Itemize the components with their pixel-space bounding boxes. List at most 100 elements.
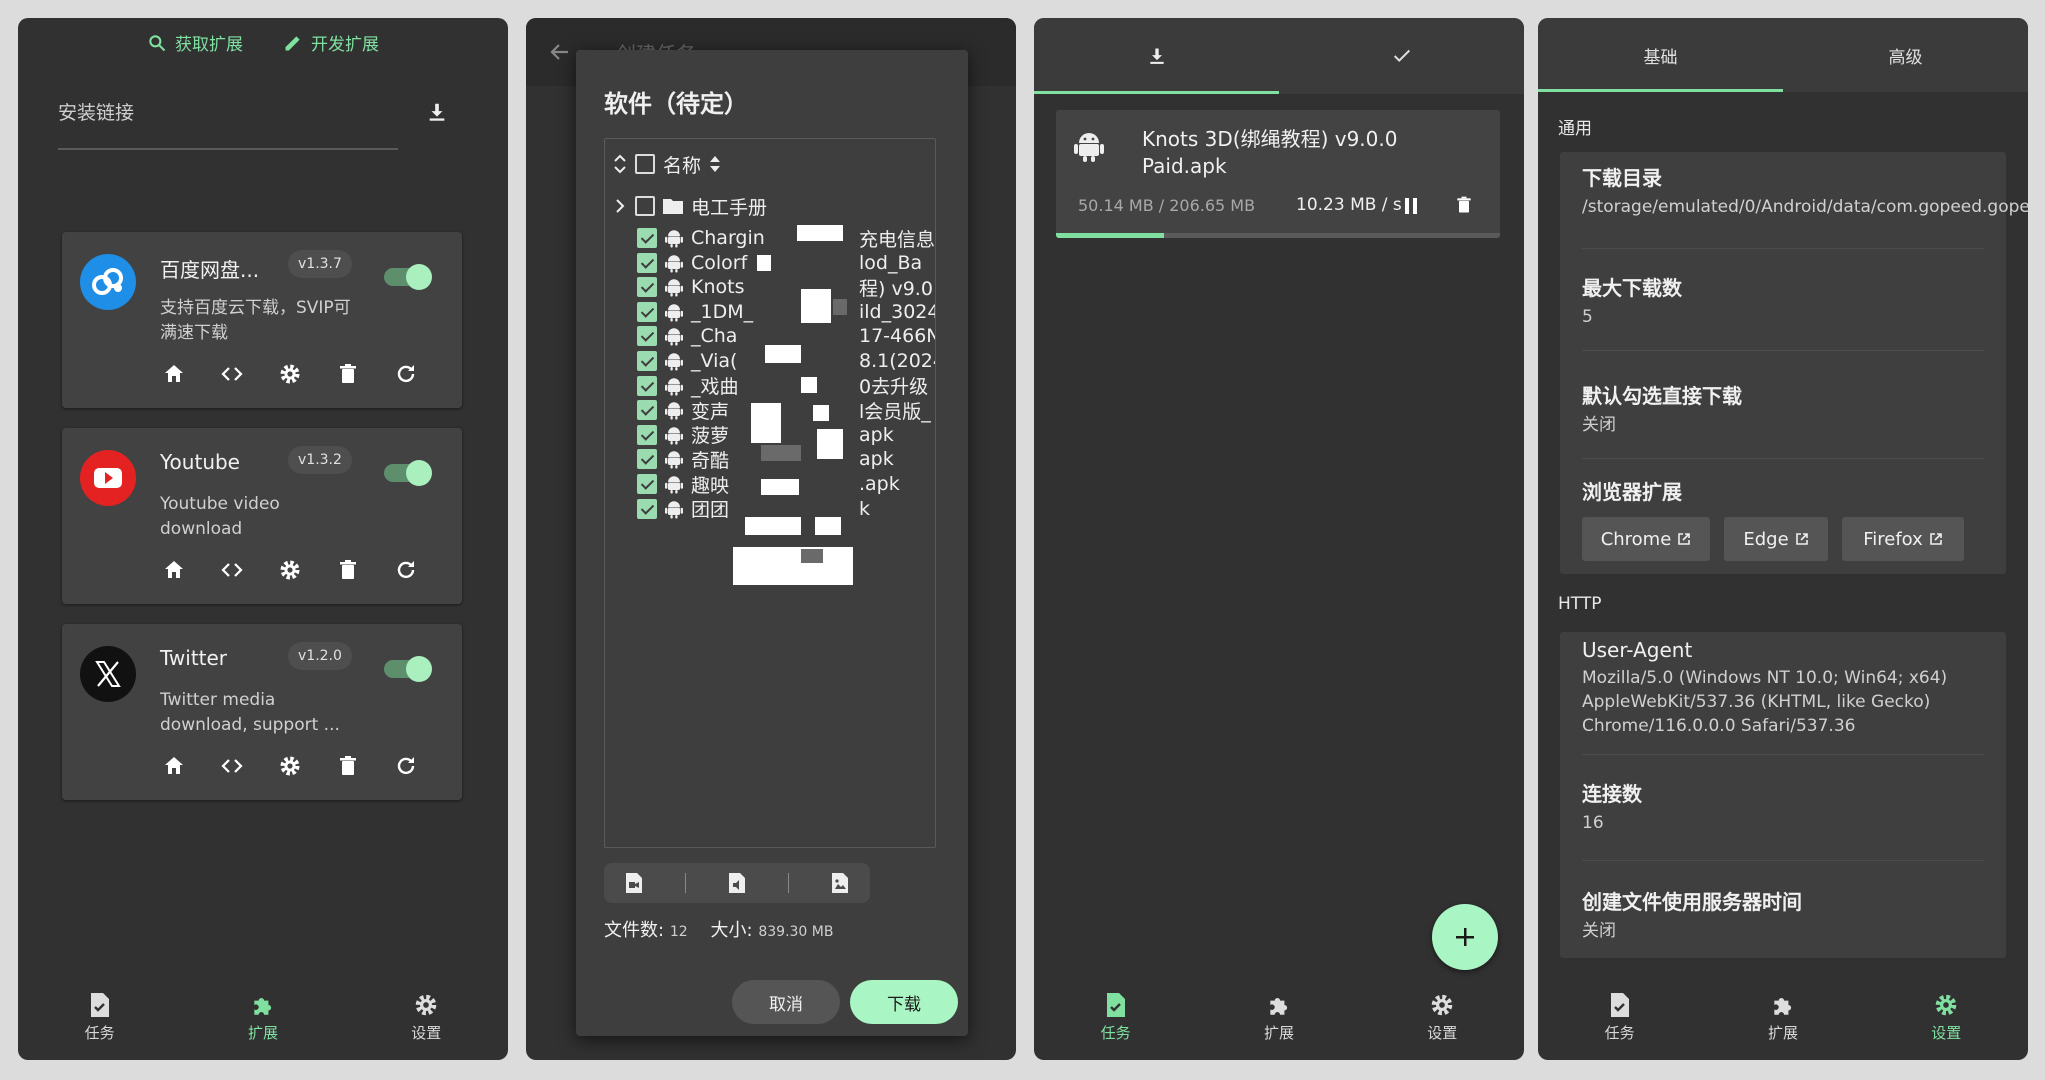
tab-advanced[interactable]: 高级	[1783, 18, 2028, 92]
section-http-title: HTTP	[1558, 594, 1602, 614]
folder-row[interactable]: 电工手册	[613, 191, 767, 221]
code-icon[interactable]	[218, 556, 246, 584]
file-checkbox[interactable]	[637, 424, 657, 445]
sort-icon[interactable]	[709, 155, 721, 173]
file-checkbox[interactable]	[637, 228, 657, 248]
external-link-icon	[1677, 532, 1691, 546]
download-button[interactable]: 下载	[850, 980, 958, 1024]
home-icon[interactable]	[160, 360, 188, 388]
version-badge: v1.3.7	[288, 250, 352, 278]
home-icon[interactable]	[160, 556, 188, 584]
nav-settings[interactable]: 设置	[1886, 992, 2006, 1043]
chrome-label: Chrome	[1600, 528, 1672, 550]
code-icon[interactable]	[218, 752, 246, 780]
folder-checkbox[interactable]	[635, 196, 655, 216]
file-checkbox[interactable]	[637, 449, 657, 470]
chrome-button[interactable]: Chrome	[1582, 517, 1710, 561]
nav-tasks[interactable]: 任务	[1560, 992, 1680, 1043]
pause-icon[interactable]	[1402, 196, 1420, 216]
divider	[1582, 350, 1984, 351]
android-icon	[665, 351, 683, 371]
file-name-tail: .apk	[859, 473, 900, 495]
browser-buttons: Chrome Edge Firefox	[1582, 517, 1984, 561]
connections-setting[interactable]: 连接数 16	[1582, 778, 1984, 835]
android-icon	[665, 449, 683, 469]
download-task-card[interactable]: Knots 3D(绑绳教程) v9.0.0 Paid.apk 50.14 MB …	[1056, 110, 1500, 238]
add-task-button[interactable]	[1432, 904, 1498, 970]
download-icon[interactable]	[426, 100, 448, 124]
nav-extensions[interactable]: 扩展	[1219, 992, 1339, 1043]
install-link-input[interactable]: 安装链接	[58, 98, 398, 150]
file-checkbox[interactable]	[637, 474, 657, 494]
select-all-checkbox[interactable]	[635, 154, 655, 174]
gear-icon[interactable]	[276, 556, 304, 584]
nav-tasks[interactable]: 任务	[1056, 992, 1176, 1043]
file-checkbox[interactable]	[637, 351, 657, 371]
file-count-label: 文件数:	[604, 920, 665, 941]
trash-icon[interactable]	[1454, 194, 1474, 216]
trash-icon[interactable]	[334, 360, 362, 388]
total-size: 839.30 MB	[758, 924, 834, 940]
auto-download-setting[interactable]: 默认勾选直接下载 关闭	[1582, 380, 1984, 437]
file-tree: 名称 电工手册 Chargin 充电信息 Colorf lod_Ba Knots 程) v…	[604, 138, 936, 848]
nav-settings[interactable]: 设置	[366, 992, 486, 1043]
tab-downloading[interactable]	[1034, 18, 1279, 94]
trash-icon[interactable]	[334, 556, 362, 584]
general-settings-group: 下载目录 /storage/emulated/0/Android/data/co…	[1560, 152, 2028, 574]
privacy-mosaic	[733, 547, 853, 585]
nav-tasks[interactable]: 任务	[40, 992, 160, 1043]
setting-label: 创建文件使用服务器时间	[1582, 890, 1802, 914]
expand-all-icon[interactable]	[613, 153, 627, 175]
nav-extensions[interactable]: 扩展	[203, 992, 323, 1043]
tab-basic[interactable]: 基础	[1538, 18, 1783, 92]
download-dir-setting[interactable]: 下载目录 /storage/emulated/0/Android/data/co…	[1582, 162, 2028, 219]
file-checkbox[interactable]	[637, 400, 657, 421]
chevron-right-icon[interactable]	[613, 196, 627, 216]
file-checkbox[interactable]	[637, 375, 657, 396]
refresh-icon[interactable]	[392, 556, 420, 584]
enable-toggle[interactable]	[384, 656, 432, 682]
dev-extension-link[interactable]: 开发扩展	[283, 30, 379, 55]
size-label: 大小:	[710, 920, 753, 941]
file-name: Chargin	[691, 227, 765, 249]
enable-toggle[interactable]	[384, 460, 432, 486]
user-agent-setting[interactable]: User-Agent Mozilla/5.0 (Windows NT 10.0;…	[1582, 638, 1984, 738]
audio-file-icon[interactable]	[728, 872, 746, 894]
gear-icon[interactable]	[276, 360, 304, 388]
file-checkbox[interactable]	[637, 277, 657, 298]
setting-label: 下载目录	[1582, 166, 1662, 190]
tasks-screen: Knots 3D(绑绳教程) v9.0.0 Paid.apk 50.14 MB …	[1034, 18, 1524, 1060]
refresh-icon[interactable]	[392, 360, 420, 388]
divider	[1582, 860, 1984, 861]
tab-completed[interactable]	[1279, 18, 1524, 94]
get-extension-link[interactable]: 获取扩展	[147, 30, 243, 55]
home-icon[interactable]	[160, 752, 188, 780]
divider	[685, 873, 686, 893]
file-checkbox[interactable]	[637, 498, 657, 519]
back-arrow-icon[interactable]	[548, 40, 572, 64]
file-checkbox[interactable]	[637, 252, 657, 273]
server-time-setting[interactable]: 创建文件使用服务器时间 关闭	[1582, 886, 1984, 943]
name-column-header[interactable]: 名称	[663, 151, 701, 178]
progress-bar	[1056, 233, 1500, 238]
nav-extensions[interactable]: 扩展	[1723, 992, 1843, 1043]
nav-settings[interactable]: 设置	[1382, 992, 1502, 1043]
file-checkbox[interactable]	[637, 301, 657, 322]
gear-icon[interactable]	[276, 752, 304, 780]
firefox-button[interactable]: Firefox	[1842, 517, 1964, 561]
max-downloads-setting[interactable]: 最大下载数 5	[1582, 272, 1984, 329]
edge-button[interactable]: Edge	[1724, 517, 1828, 561]
section-general-title: 通用	[1558, 119, 1592, 139]
enable-toggle[interactable]	[384, 264, 432, 290]
image-file-icon[interactable]	[831, 872, 849, 894]
file-checkbox[interactable]	[637, 326, 657, 347]
code-icon[interactable]	[218, 360, 246, 388]
trash-icon[interactable]	[334, 752, 362, 780]
cancel-button[interactable]: 取消	[732, 980, 840, 1024]
refresh-icon[interactable]	[392, 752, 420, 780]
task-file-name: Knots 3D(绑绳教程) v9.0.0 Paid.apk	[1142, 127, 1398, 178]
file-name: 团团	[691, 499, 730, 522]
video-file-icon[interactable]	[625, 872, 643, 894]
android-icon	[665, 400, 683, 420]
task-file-icon	[1609, 992, 1631, 1018]
